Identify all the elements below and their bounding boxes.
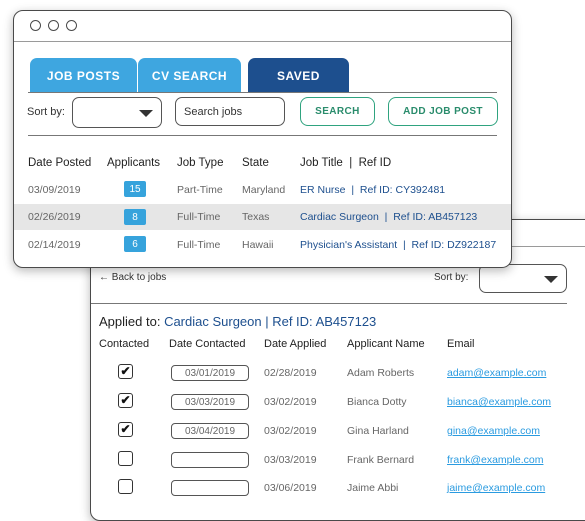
job-posts-window: JOB POSTS CV SEARCH SAVED Sort by: Searc…	[13, 10, 512, 268]
date-posted: 03/09/2019	[28, 184, 81, 196]
tab-saved[interactable]: SAVED	[248, 58, 349, 93]
job-type: Full-Time	[177, 211, 221, 223]
job-title-link[interactable]: Cardiac Surgeon | Ref ID: AB457123	[300, 211, 477, 223]
applicant-name: Bianca Dotty	[347, 396, 407, 408]
date-contacted-field[interactable]: 03/01/2019	[171, 365, 249, 381]
chevron-down-icon	[139, 109, 153, 117]
minimize-dot-icon[interactable]	[48, 20, 59, 31]
divider	[28, 135, 497, 136]
col-state[interactable]: State	[242, 157, 269, 169]
sort-label: Sort by:	[434, 272, 469, 283]
email-link[interactable]: gina@example.com	[447, 425, 540, 437]
email-link[interactable]: adam@example.com	[447, 367, 546, 379]
applied-prefix: Applied to:	[99, 314, 161, 329]
col-applicants[interactable]: Applicants	[107, 157, 160, 169]
email-link[interactable]: bianca@example.com	[447, 396, 551, 408]
chevron-down-icon	[544, 275, 558, 283]
applied-to-heading: Applied to: Cardiac Surgeon | Ref ID: AB…	[99, 314, 376, 329]
date-posted: 02/14/2019	[28, 239, 81, 251]
titlebar-divider	[14, 41, 511, 42]
date-applied: 03/03/2019	[264, 454, 317, 466]
divider	[91, 303, 567, 304]
sort-select[interactable]	[479, 264, 567, 293]
maximize-dot-icon[interactable]	[66, 20, 77, 31]
col-date-applied[interactable]: Date Applied	[264, 338, 326, 350]
add-job-post-button[interactable]: ADD JOB POST	[388, 97, 498, 126]
applicant-name: Gina Harland	[347, 425, 409, 437]
email-link[interactable]: frank@example.com	[447, 454, 543, 466]
tabs-divider	[28, 92, 497, 93]
applicants-badge[interactable]: 6	[124, 236, 146, 252]
date-contacted-field[interactable]	[171, 452, 249, 468]
contacted-checkbox[interactable]: ✔	[118, 393, 133, 408]
search-button[interactable]: SEARCH	[300, 97, 375, 126]
job-type: Part-Time	[177, 184, 223, 196]
applied-job[interactable]: Cardiac Surgeon | Ref ID: AB457123	[164, 314, 376, 329]
date-contacted-field[interactable]: 03/03/2019	[171, 394, 249, 410]
col-email[interactable]: Email	[447, 338, 475, 350]
state: Texas	[242, 211, 270, 223]
date-contacted-field[interactable]: 03/04/2019	[171, 423, 249, 439]
date-applied: 03/06/2019	[264, 482, 317, 494]
col-date-posted[interactable]: Date Posted	[28, 157, 91, 169]
applicant-name: Frank Bernard	[347, 454, 415, 466]
date-applied: 03/02/2019	[264, 425, 317, 437]
col-job-type[interactable]: Job Type	[177, 157, 223, 169]
col-date-contacted[interactable]: Date Contacted	[169, 338, 245, 350]
col-applicant-name[interactable]: Applicant Name	[347, 338, 425, 350]
applicants-badge[interactable]: 8	[124, 209, 146, 225]
contacted-checkbox[interactable]	[118, 451, 133, 466]
email-link[interactable]: jaime@example.com	[447, 482, 545, 494]
contacted-checkbox[interactable]: ✔	[118, 422, 133, 437]
close-dot-icon[interactable]	[30, 20, 41, 31]
window-controls	[30, 20, 77, 31]
sort-select[interactable]	[72, 97, 162, 128]
applicant-name: Adam Roberts	[347, 367, 415, 379]
tab-job-posts[interactable]: JOB POSTS	[30, 58, 137, 93]
contacted-checkbox[interactable]: ✔	[118, 364, 133, 379]
date-applied: 02/28/2019	[264, 367, 317, 379]
applicant-name: Jaime Abbi	[347, 482, 399, 494]
date-posted: 02/26/2019	[28, 211, 81, 223]
state: Maryland	[242, 184, 286, 196]
applicants-badge[interactable]: 15	[124, 181, 146, 197]
tab-cv-search[interactable]: CV SEARCH	[138, 58, 241, 93]
col-job-title[interactable]: Job Title | Ref ID	[300, 157, 391, 169]
back-to-jobs-link[interactable]: ← Back to jobs	[99, 272, 166, 283]
job-type: Full-Time	[177, 239, 221, 251]
date-contacted-field[interactable]	[171, 480, 249, 496]
search-input[interactable]: Search jobs	[175, 97, 285, 126]
job-title-link[interactable]: ER Nurse | Ref ID: CY392481	[300, 184, 445, 196]
job-title-link[interactable]: Physician's Assistant | Ref ID: DZ922187	[300, 239, 496, 251]
date-applied: 03/02/2019	[264, 396, 317, 408]
state: Hawaii	[242, 239, 274, 251]
col-contacted[interactable]: Contacted	[99, 338, 149, 350]
sort-label: Sort by:	[27, 106, 65, 118]
